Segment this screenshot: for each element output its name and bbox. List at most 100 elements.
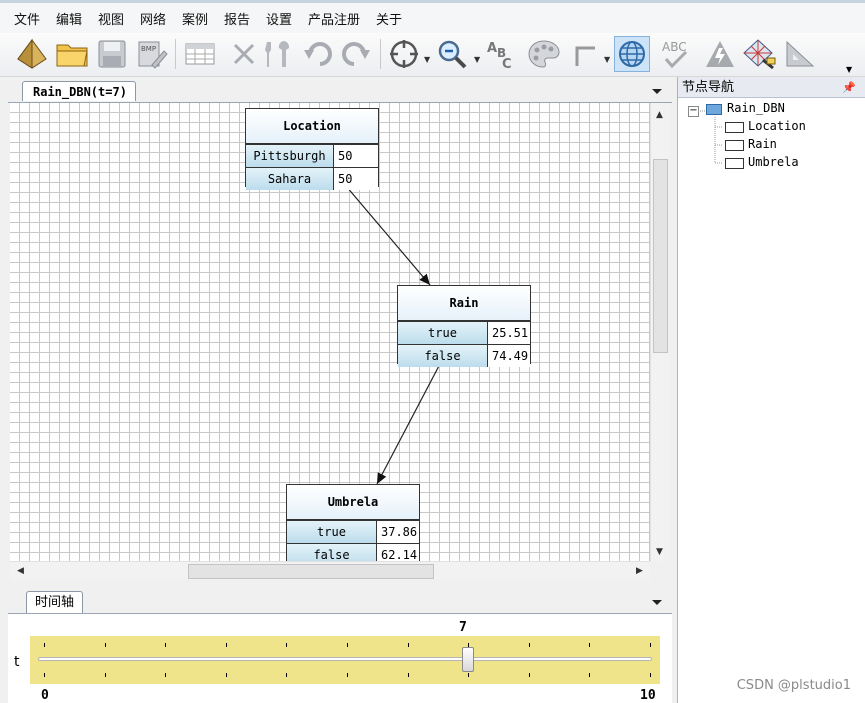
target-icon[interactable] [386,36,422,72]
timeline-tick [347,643,348,647]
save-image-icon[interactable]: BMP [134,36,170,72]
node-state-row[interactable]: false 74.49 [398,344,530,367]
node-umbrela[interactable]: Umbrela true 37.86 false 62.14 [286,484,420,561]
undo-icon[interactable] [300,36,336,72]
node-navigator-panel: 节点导航 📌 − Rain_DBN Location Rain Umbrela [677,77,865,703]
timeline-menu-icon[interactable] [652,600,662,605]
timeline-min-label: 0 [41,688,49,703]
timeline-tick [286,673,287,677]
node-title: Location [246,109,378,144]
scroll-down-icon[interactable]: ▼ [651,543,668,560]
warning-icon[interactable] [702,36,738,72]
network-canvas[interactable]: Location Pittsburgh 50 Sahara 50 Rain tr… [10,103,650,561]
svg-text:ABC: ABC [662,40,687,54]
state-name: true [287,521,377,543]
timeline-tab-strip: 时间轴 [8,589,672,614]
node-location[interactable]: Location Pittsburgh 50 Sahara 50 [245,108,379,190]
palette-icon[interactable] [526,36,562,72]
timeline-tick [226,643,227,647]
arc-location-rain [345,185,431,286]
timeline-thumb[interactable] [462,647,474,672]
pin-icon[interactable]: 📌 [842,77,856,98]
timeline-tick [408,643,409,647]
toolbar-overflow-icon[interactable]: ▼ [846,65,852,74]
node-state-row[interactable]: Pittsburgh 50 [246,144,378,167]
state-probability: 37.86 [377,521,419,543]
connector-dropdown-icon[interactable]: ▼ [604,55,610,64]
abc-check-icon[interactable]: ABC [660,36,696,72]
globe-icon[interactable] [614,36,650,72]
zoom-icon[interactable] [434,36,470,72]
new-network-icon[interactable] [14,36,50,72]
timeline-tick [165,643,166,647]
state-probability: 74.49 [488,345,530,367]
table-icon[interactable] [182,36,218,72]
node-state-row[interactable]: true 25.51 [398,321,530,344]
timeline-tick [650,643,651,647]
timeline-tick [44,643,45,647]
menu-file[interactable]: 文件 [14,9,40,28]
menu-settings[interactable]: 设置 [266,9,292,28]
timeline-tick [408,673,409,677]
open-folder-icon[interactable] [54,36,90,72]
state-name: Sahara [246,168,334,190]
arc-rain-umbrela [376,361,442,485]
svg-text:A: A [487,41,497,56]
menu-bar: 文件 编辑 视图 网络 案例 报告 设置 产品注册 关于 [0,0,865,33]
tree-item-rain[interactable]: Rain [748,137,777,151]
tab-rain-dbn[interactable]: Rain_DBN(t=7) [22,81,136,101]
delete-icon[interactable] [226,36,262,72]
state-name: false [287,544,377,561]
menu-product-register[interactable]: 产品注册 [308,9,360,28]
tools-icon[interactable] [260,36,296,72]
node-title: Umbrela [287,485,419,520]
tree-root-rain-dbn[interactable]: Rain_DBN [727,101,785,115]
menu-about[interactable]: 关于 [376,9,402,28]
scroll-up-icon[interactable]: ▲ [651,106,668,123]
save-icon[interactable] [94,36,130,72]
target-dropdown-icon[interactable]: ▼ [424,55,430,64]
node-state-row[interactable]: true 37.86 [287,520,419,543]
node-box-icon [725,122,744,133]
timeline-tick [165,673,166,677]
timeline-tick [347,673,348,677]
state-name: Pittsburgh [246,145,334,167]
horizontal-scrollbar[interactable]: ◀ ▶ [10,561,650,580]
scroll-left-icon[interactable]: ◀ [12,562,29,579]
state-name: true [398,322,488,344]
vertical-scrollbar[interactable]: ▲ ▼ [650,103,669,561]
redo-icon[interactable] [338,36,374,72]
svg-text:BMP: BMP [141,45,156,53]
node-state-row[interactable]: false 62.14 [287,543,419,561]
zoom-dropdown-icon[interactable]: ▼ [474,55,480,64]
menu-edit[interactable]: 编辑 [56,9,82,28]
diamond-grid-icon[interactable] [742,36,778,72]
node-rain[interactable]: Rain true 25.51 false 74.49 [397,285,531,367]
timeline-tick [226,673,227,677]
menu-view[interactable]: 视图 [98,9,124,28]
horizontal-scroll-thumb[interactable] [188,564,434,579]
document-menu-icon[interactable] [652,89,662,94]
node-state-row[interactable]: Sahara 50 [246,167,378,190]
state-probability: 62.14 [377,544,419,561]
menu-network[interactable]: 网络 [140,9,166,28]
timeline-tick [105,673,106,677]
timeline-tick [44,673,45,677]
spell-icon[interactable]: ABC [484,36,520,72]
svg-text:C: C [502,57,512,71]
tab-timeline[interactable]: 时间轴 [26,591,84,613]
node-box-icon [725,140,744,151]
ruler-icon[interactable] [782,36,818,72]
timeline-tick [105,643,106,647]
scroll-right-icon[interactable]: ▶ [631,562,648,579]
menu-report[interactable]: 报告 [224,9,250,28]
vertical-scroll-thumb[interactable] [653,159,668,353]
timeline-track[interactable] [38,657,652,661]
menu-case[interactable]: 案例 [182,9,208,28]
state-probability: 50 [334,145,378,167]
state-name: false [398,345,488,367]
connector-icon[interactable] [568,36,604,72]
tree-item-location[interactable]: Location [748,119,806,133]
tree-item-umbrela[interactable]: Umbrela [748,155,799,169]
state-probability: 50 [334,168,378,190]
